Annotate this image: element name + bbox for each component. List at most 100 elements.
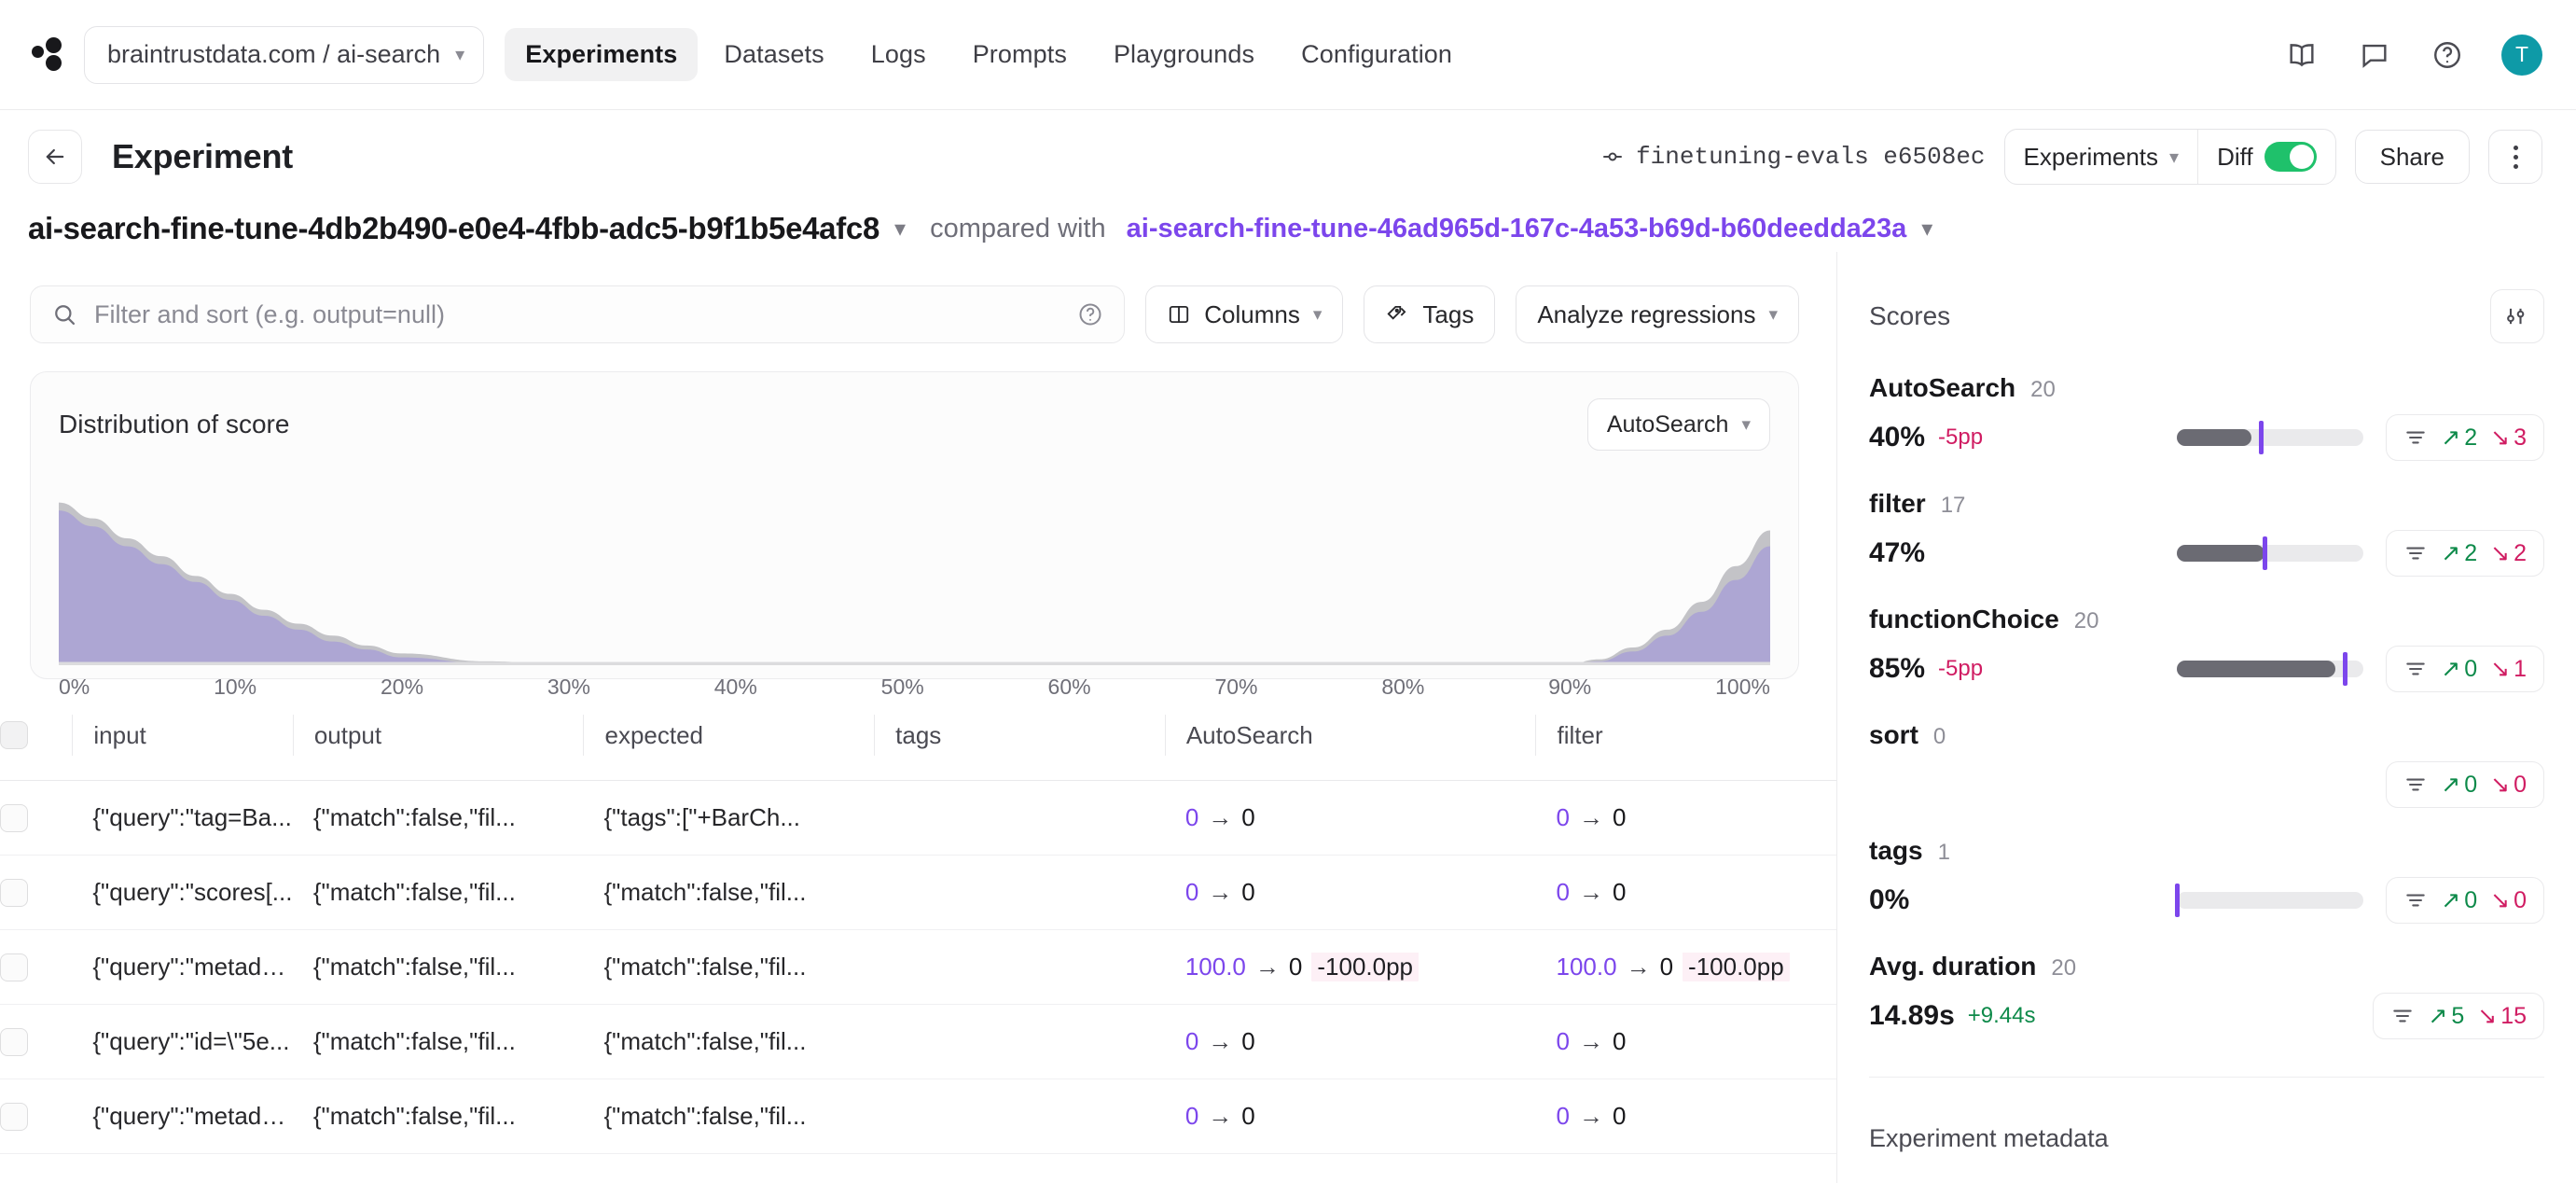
cell-expected[interactable]: {"match":false,"fil... xyxy=(583,1004,875,1079)
cell-tags[interactable] xyxy=(874,855,1165,930)
table-row[interactable]: {"query":"scores[... {"match":false,"fil.… xyxy=(0,855,1836,930)
share-button[interactable]: Share xyxy=(2354,130,2470,184)
table-row[interactable]: {"query":"tag=Ba... {"match":false,"fil..… xyxy=(0,780,1836,856)
column-header-filter[interactable]: filter xyxy=(1535,715,1836,781)
column-header-output[interactable]: output xyxy=(292,715,584,781)
chat-icon[interactable] xyxy=(2356,36,2393,74)
metric-name: filter xyxy=(1869,489,1926,518)
book-icon[interactable] xyxy=(2283,36,2320,74)
score-after: 0 xyxy=(1241,1027,1255,1055)
diff-toggle-group[interactable]: Diff xyxy=(2198,130,2335,184)
tab-logs[interactable]: Logs xyxy=(851,28,947,81)
column-header-expected[interactable]: expected xyxy=(583,715,875,781)
search-input[interactable]: Filter and sort (e.g. output=null) xyxy=(30,285,1126,343)
row-checkbox[interactable] xyxy=(0,878,28,907)
cell-expected[interactable]: {"match":false,"fil... xyxy=(583,855,875,930)
cell-tags[interactable] xyxy=(874,1004,1165,1079)
cell-output[interactable]: {"match":false,"fil... xyxy=(292,855,584,930)
cell-input[interactable]: {"query":"id=\"5e... xyxy=(72,1004,293,1079)
baseline-experiment-name[interactable]: ai-search-fine-tune-46ad965d-167c-4a53-b… xyxy=(1127,214,1907,244)
tab-datasets[interactable]: Datasets xyxy=(703,28,844,81)
tab-playgrounds[interactable]: Playgrounds xyxy=(1093,28,1275,81)
cell-output[interactable]: {"match":false,"fil... xyxy=(292,780,584,856)
cell-expected[interactable]: {"match":false,"fil... xyxy=(583,929,875,1005)
metric-count: 20 xyxy=(2030,377,2056,402)
avatar[interactable]: T xyxy=(2501,34,2542,76)
cell-expected[interactable]: {"match":false,"fil... xyxy=(583,1079,875,1154)
columns-button[interactable]: Columns ▾ xyxy=(1145,285,1344,343)
cell-autosearch[interactable]: 100.0 → 0 -100.0pp xyxy=(1164,929,1536,1005)
regression-chip[interactable]: ↗ 0 ↘ 0 xyxy=(2386,877,2544,924)
cell-tags[interactable] xyxy=(874,780,1165,856)
metric-name: sort xyxy=(1869,720,1918,749)
baseline-marker xyxy=(2263,536,2268,570)
column-label: output xyxy=(313,720,382,749)
project-selector[interactable]: braintrustdata.com / ai-search ▾ xyxy=(84,25,485,84)
cell-input[interactable]: {"query":"tag=Ba... xyxy=(72,780,293,856)
help-icon[interactable] xyxy=(2429,36,2466,74)
cell-input[interactable]: {"query":"metada... xyxy=(72,1079,293,1154)
select-all-checkbox[interactable] xyxy=(0,721,28,749)
cell-autosearch[interactable]: 0 → 0 xyxy=(1164,780,1536,856)
score-before: 100.0 xyxy=(1556,953,1617,981)
x-tick: 30% xyxy=(547,675,590,700)
row-checkbox[interactable] xyxy=(0,1027,28,1056)
tab-prompts[interactable]: Prompts xyxy=(952,28,1087,81)
row-checkbox[interactable] xyxy=(0,953,28,981)
column-header-input[interactable]: input xyxy=(72,715,293,781)
cell-tags[interactable] xyxy=(874,929,1165,1005)
analyze-regressions-button[interactable]: Analyze regressions ▾ xyxy=(1516,285,1799,343)
score-after: 0 xyxy=(1241,803,1255,831)
regression-chip[interactable]: ↗ 2 ↘ 3 xyxy=(2386,414,2544,461)
chevron-down-icon[interactable]: ▾ xyxy=(894,216,906,243)
more-options-icon[interactable] xyxy=(2488,130,2542,184)
metric-delta: -5pp xyxy=(1938,656,1984,681)
tab-experiments[interactable]: Experiments xyxy=(505,28,699,81)
tab-configuration[interactable]: Configuration xyxy=(1281,28,1473,81)
cell-autosearch[interactable]: 0 → 0 xyxy=(1164,855,1536,930)
scores-settings-icon[interactable] xyxy=(2490,289,2544,343)
cell-filter[interactable]: 100.0 → 0 -100.0pp xyxy=(1535,929,1836,1005)
chart-metric-selector[interactable]: AutoSearch ▾ xyxy=(1586,398,1770,451)
cell-tags[interactable] xyxy=(874,1079,1165,1154)
cell-output[interactable]: {"match":false,"fil... xyxy=(292,1079,584,1154)
experiments-dropdown-button[interactable]: Experiments ▾ xyxy=(2005,130,2198,184)
cell-filter[interactable]: 0 → 0 xyxy=(1535,780,1836,856)
chevron-down-icon[interactable]: ▾ xyxy=(1921,216,1932,243)
cell-autosearch[interactable]: 0 → 0 xyxy=(1164,1004,1536,1079)
table-row[interactable]: {"query":"metada... {"match":false,"fil..… xyxy=(0,929,1836,1005)
cell-output[interactable]: {"match":false,"fil... xyxy=(292,929,584,1005)
diff-toggle[interactable] xyxy=(2264,142,2317,172)
experiment-name[interactable]: ai-search-fine-tune-4db2b490-e0e4-4fbb-a… xyxy=(28,211,879,246)
metrics-list: AutoSearch 20 40% -5pp ↗ 2 ↘ 3 filter 17 47% ↗ 2 ↘ 2 fu… xyxy=(1869,373,2544,1039)
cell-input[interactable]: {"query":"scores[... xyxy=(72,855,293,930)
project-selector-label: braintrustdata.com / ai-search xyxy=(107,40,441,68)
regression-chip[interactable]: ↗ 2 ↘ 2 xyxy=(2386,530,2544,577)
cell-output[interactable]: {"match":false,"fil... xyxy=(292,1004,584,1079)
column-header-autosearch[interactable]: AutoSearch xyxy=(1164,715,1536,781)
row-select-cell[interactable] xyxy=(0,1079,73,1154)
table-row[interactable]: {"query":"metada... {"match":false,"fil..… xyxy=(0,1079,1836,1154)
row-checkbox[interactable] xyxy=(0,1102,28,1131)
regression-chip[interactable]: ↗ 0 ↘ 0 xyxy=(2386,761,2544,808)
back-button[interactable] xyxy=(28,130,82,184)
row-select-cell[interactable] xyxy=(0,929,73,1005)
table-row[interactable]: {"query":"id=\"5e... {"match":false,"fil.… xyxy=(0,1004,1836,1079)
tags-button[interactable]: Tags xyxy=(1364,285,1496,343)
regression-chip[interactable]: ↗ 0 ↘ 1 xyxy=(2386,646,2544,692)
cell-filter[interactable]: 0 → 0 xyxy=(1535,855,1836,930)
cell-filter[interactable]: 0 → 0 xyxy=(1535,1004,1836,1079)
braintrust-logo-icon[interactable] xyxy=(28,35,69,76)
cell-expected[interactable]: {"tags":["+BarCh... xyxy=(583,780,875,856)
cell-filter[interactable]: 0 → 0 xyxy=(1535,1079,1836,1154)
column-header-tags[interactable]: tags xyxy=(874,715,1165,781)
cell-autosearch[interactable]: 0 → 0 xyxy=(1164,1079,1536,1154)
cell-input[interactable]: {"query":"metada... xyxy=(72,929,293,1005)
row-select-cell[interactable] xyxy=(0,855,73,930)
row-select-cell[interactable] xyxy=(0,780,73,856)
row-checkbox[interactable] xyxy=(0,803,28,832)
metric-avg-duration: Avg. duration 20 14.89s +9.44s ↗ 5 ↘ 15 xyxy=(1869,952,2544,1039)
regression-chip[interactable]: ↗ 5 ↘ 15 xyxy=(2373,993,2544,1039)
tag-icon xyxy=(1387,305,1406,320)
row-select-cell[interactable] xyxy=(0,1004,73,1079)
